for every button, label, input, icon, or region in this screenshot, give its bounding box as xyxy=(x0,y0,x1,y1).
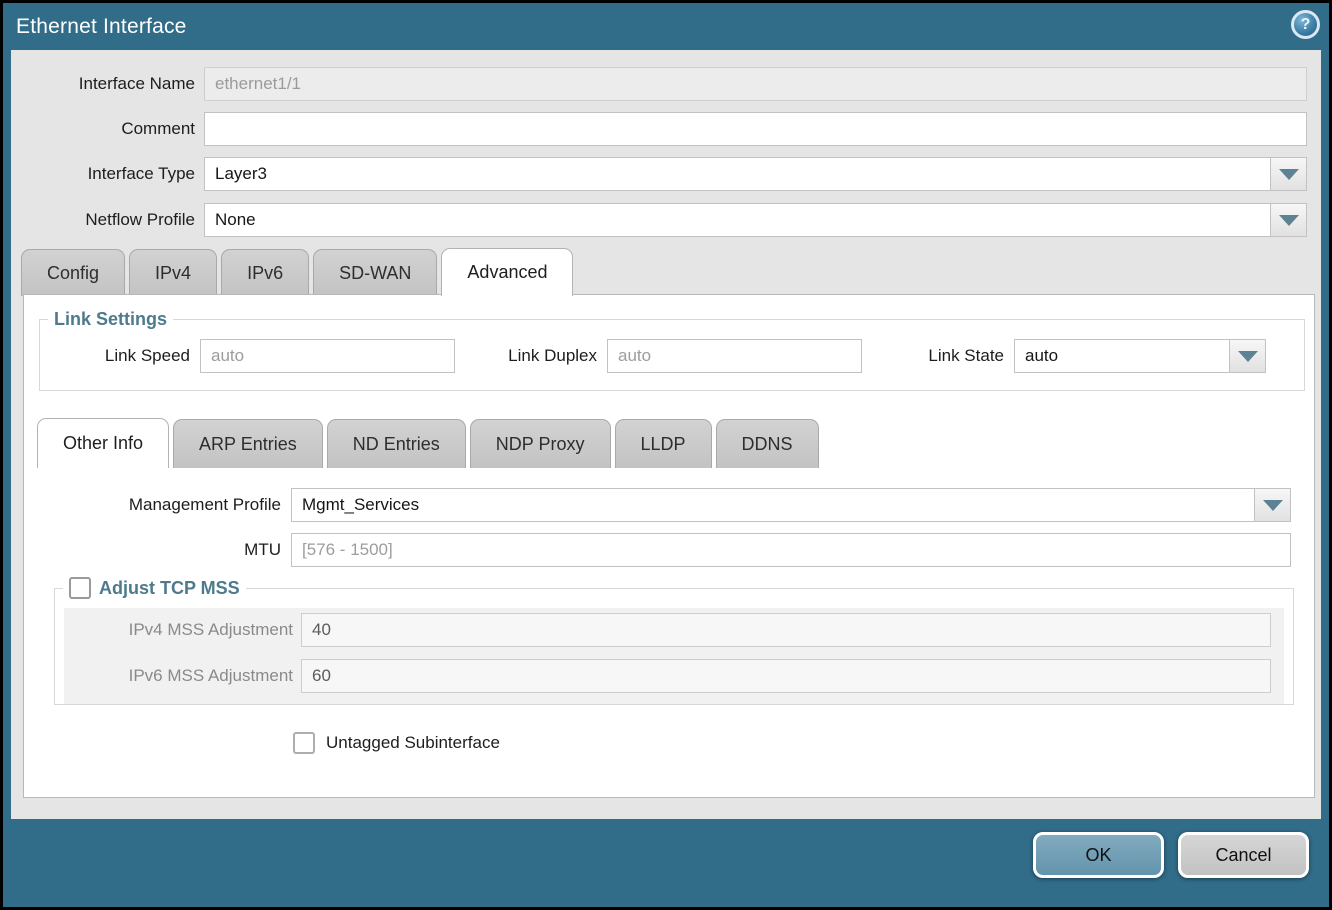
netflow-profile-row: Netflow Profile xyxy=(3,203,1329,237)
ipv6-mss-row: IPv6 MSS Adjustment xyxy=(64,659,1271,693)
link-state-label: Link State xyxy=(862,346,1014,366)
other-info-tabs: Other Info ARP Entries ND Entries NDP Pr… xyxy=(37,418,819,468)
link-speed-label: Link Speed xyxy=(40,346,200,366)
untagged-subinterface-label: Untagged Subinterface xyxy=(326,733,500,753)
tab-nd-entries[interactable]: ND Entries xyxy=(327,419,466,468)
ethernet-interface-dialog: Ethernet Interface ? Interface Name Comm… xyxy=(3,3,1329,907)
adjust-tcp-mss-checkbox[interactable] xyxy=(69,577,91,599)
ipv4-mss-row: IPv4 MSS Adjustment xyxy=(64,613,1271,647)
link-duplex-label: Link Duplex xyxy=(455,346,607,366)
link-state-field[interactable] xyxy=(1014,339,1230,373)
tab-ipv6[interactable]: IPv6 xyxy=(221,249,309,296)
ipv4-mss-field xyxy=(301,613,1271,647)
tab-lldp[interactable]: LLDP xyxy=(615,419,712,468)
chevron-down-icon xyxy=(1279,215,1299,226)
tab-ndp-proxy[interactable]: NDP Proxy xyxy=(470,419,611,468)
screenshot: Ethernet Interface ? Interface Name Comm… xyxy=(0,0,1332,910)
mtu-field[interactable] xyxy=(291,533,1291,567)
mtu-label: MTU xyxy=(24,540,291,560)
interface-name-row: Interface Name xyxy=(3,67,1329,101)
adjust-tcp-mss-legend-text: Adjust TCP MSS xyxy=(99,578,240,599)
ipv4-mss-label: IPv4 MSS Adjustment xyxy=(64,620,301,640)
management-profile-field[interactable] xyxy=(291,488,1255,522)
link-duplex-field[interactable] xyxy=(607,339,862,373)
tab-config[interactable]: Config xyxy=(21,249,125,296)
chevron-down-icon xyxy=(1279,169,1299,180)
title-bar: Ethernet Interface ? xyxy=(3,3,1329,50)
tab-ipv4[interactable]: IPv4 xyxy=(129,249,217,296)
interface-type-label: Interface Type xyxy=(3,164,204,184)
interface-name-label: Interface Name xyxy=(3,74,204,94)
ipv6-mss-label: IPv6 MSS Adjustment xyxy=(64,666,301,686)
management-profile-row: Management Profile xyxy=(24,488,1291,522)
adjust-tcp-mss-fieldset: Adjust TCP MSS IPv4 MSS Adjustment IPv6 … xyxy=(54,577,1294,705)
link-settings-legend: Link Settings xyxy=(48,309,173,330)
mss-disabled-panel: IPv4 MSS Adjustment IPv6 MSS Adjustment xyxy=(64,608,1284,704)
comment-label: Comment xyxy=(3,119,204,139)
link-speed-field[interactable] xyxy=(200,339,455,373)
main-tabs: Config IPv4 IPv6 SD-WAN Advanced xyxy=(21,248,573,296)
help-icon[interactable]: ? xyxy=(1291,10,1320,39)
dialog-footer: OK Cancel xyxy=(3,819,1329,907)
advanced-tab-panel: Link Settings Link Speed Link Duplex Lin… xyxy=(23,294,1315,798)
tab-ddns[interactable]: DDNS xyxy=(716,419,819,468)
management-profile-label: Management Profile xyxy=(24,495,291,515)
page-title: Ethernet Interface xyxy=(3,15,187,39)
cancel-button[interactable]: Cancel xyxy=(1178,832,1309,878)
link-settings-legend-text: Link Settings xyxy=(54,309,167,330)
netflow-profile-dropdown-button[interactable] xyxy=(1270,203,1307,237)
tab-advanced[interactable]: Advanced xyxy=(441,248,573,296)
tab-other-info[interactable]: Other Info xyxy=(37,418,169,468)
interface-type-field[interactable] xyxy=(204,157,1271,191)
mtu-row: MTU xyxy=(24,533,1291,567)
tab-arp-entries[interactable]: ARP Entries xyxy=(173,419,323,468)
ipv6-mss-field xyxy=(301,659,1271,693)
untagged-subinterface-checkbox[interactable] xyxy=(293,732,315,754)
interface-type-row: Interface Type xyxy=(3,157,1329,191)
interface-name-field xyxy=(204,67,1307,101)
chevron-down-icon xyxy=(1263,500,1283,511)
adjust-tcp-mss-legend: Adjust TCP MSS xyxy=(63,577,246,599)
link-settings-fieldset: Link Settings Link Speed Link Duplex Lin… xyxy=(39,309,1305,391)
interface-type-dropdown-button[interactable] xyxy=(1270,157,1307,191)
management-profile-dropdown-button[interactable] xyxy=(1254,488,1291,522)
ok-button[interactable]: OK xyxy=(1033,832,1164,878)
link-state-dropdown-button[interactable] xyxy=(1229,339,1266,373)
tab-sdwan[interactable]: SD-WAN xyxy=(313,249,437,296)
comment-field[interactable] xyxy=(204,112,1307,146)
netflow-profile-label: Netflow Profile xyxy=(3,210,204,230)
untagged-subinterface-row: Untagged Subinterface xyxy=(293,732,500,754)
chevron-down-icon xyxy=(1238,351,1258,362)
netflow-profile-field[interactable] xyxy=(204,203,1271,237)
comment-row: Comment xyxy=(3,112,1329,146)
